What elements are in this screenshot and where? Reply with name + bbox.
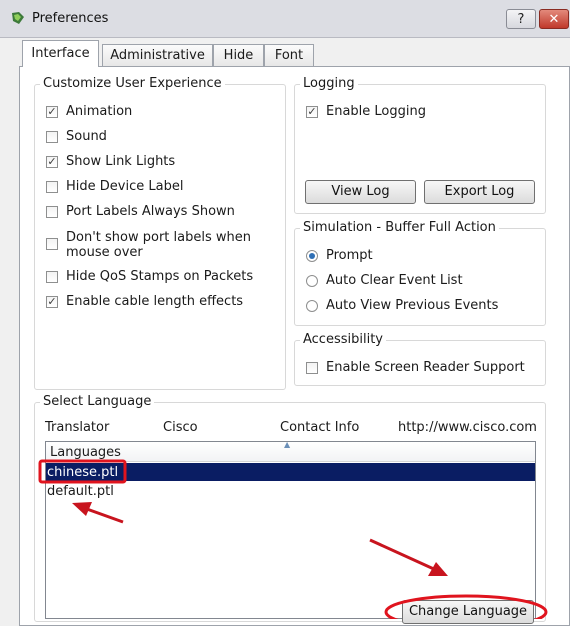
tab-interface[interactable]: Interface	[22, 40, 99, 67]
annotation-box	[38, 459, 127, 484]
annotation-arrow-right	[369, 538, 448, 576]
annotation-ellipse	[384, 594, 548, 619]
annotation-overlay	[38, 459, 548, 619]
annotation-arrow-left	[72, 502, 124, 524]
